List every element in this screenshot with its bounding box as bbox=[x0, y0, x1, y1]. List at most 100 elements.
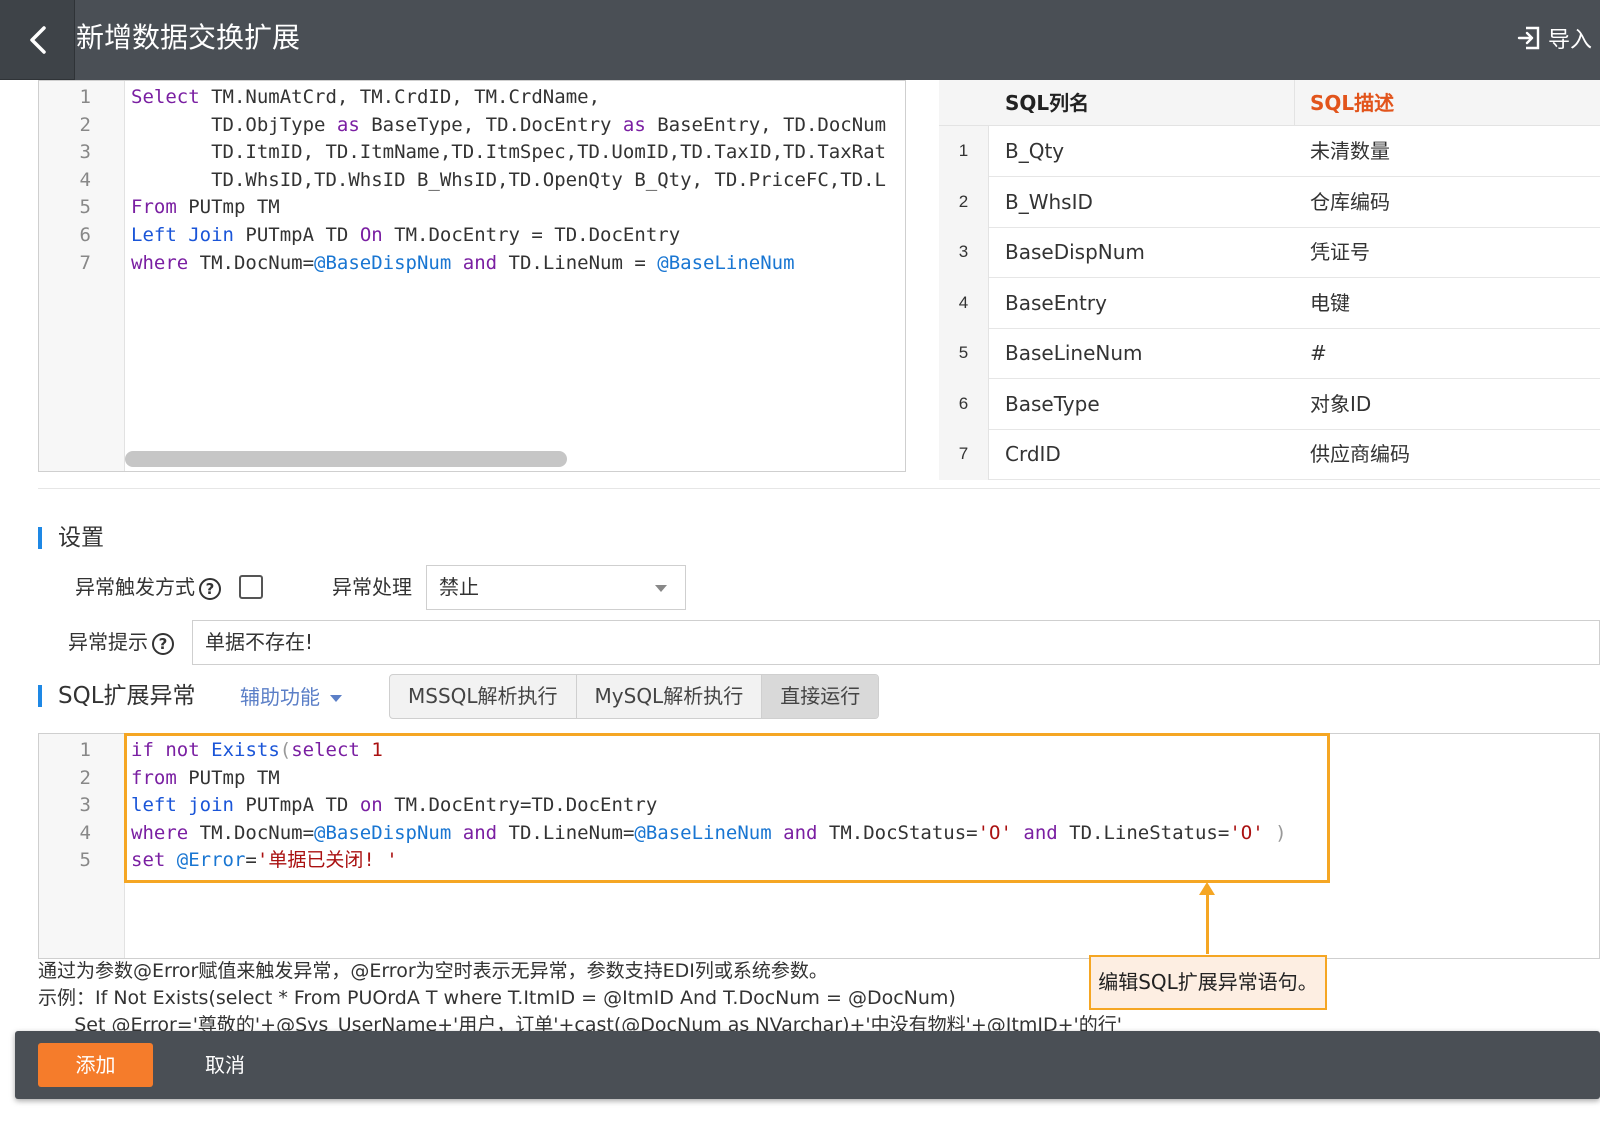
row-index: 4 bbox=[939, 277, 989, 329]
code-line[interactable]: 1 Select TM.NumAtCrd, TM.CrdID, TM.CrdNam… bbox=[39, 83, 905, 111]
line-number: 4 bbox=[79, 168, 91, 191]
header-sql-description[interactable]: SQL描述 bbox=[1310, 80, 1394, 126]
chevron-left-icon bbox=[30, 26, 46, 54]
code-token: TM.DocNum= bbox=[188, 251, 315, 274]
help-icon[interactable]: ? bbox=[199, 577, 221, 600]
line-number: 7 bbox=[79, 251, 91, 274]
header-sql-column-name[interactable]: SQL列名 bbox=[1005, 80, 1089, 126]
mysql-parse-button[interactable]: MySQL解析执行 bbox=[577, 675, 763, 718]
code-line[interactable]: 7 where TM.DocNum=@BaseDispNum and TD.Lin… bbox=[39, 249, 905, 277]
exception-trigger-checkbox[interactable] bbox=[239, 575, 263, 599]
annotation-arrow-line bbox=[1206, 892, 1209, 954]
hint-line-1: 通过为参数@Error赋值来触发异常，@Error为空时表示无异常，参数支持ED… bbox=[38, 960, 828, 982]
code-line[interactable]: 6 Left Join PUTmpA TD On TM.DocEntry = TD… bbox=[39, 221, 905, 249]
table-row[interactable]: 4 BaseEntry 电键 bbox=[939, 277, 1600, 329]
import-button[interactable]: 导入 bbox=[1516, 22, 1592, 54]
sql-query-editor[interactable]: 1 Select TM.NumAtCrd, TM.CrdID, TM.CrdNam… bbox=[38, 80, 906, 472]
table-row[interactable]: 1 B_Qty 未清数量 bbox=[939, 126, 1600, 177]
code-token: where bbox=[131, 251, 189, 274]
exception-prompt-label: 异常提示? bbox=[68, 628, 174, 656]
header-separator bbox=[1294, 80, 1295, 126]
line-number: 1 bbox=[79, 739, 91, 761]
add-button[interactable]: 添加 bbox=[38, 1043, 153, 1087]
code-text: TD.ItmID, TD.ItmName,TD.ItmSpec,TD.UomID… bbox=[131, 138, 886, 166]
exception-prompt-input[interactable]: 单据不存在! bbox=[192, 620, 1600, 665]
column-name-cell: B_WhsID bbox=[1005, 189, 1093, 214]
line-number: 2 bbox=[79, 113, 91, 136]
row-index: 1 bbox=[939, 126, 989, 177]
exception-handling-value: 禁止 bbox=[439, 575, 479, 599]
cancel-button[interactable]: 取消 bbox=[205, 1043, 245, 1087]
page-title: 新增数据交换扩展 bbox=[76, 21, 301, 54]
line-number: 3 bbox=[79, 794, 91, 817]
row-index: 3 bbox=[939, 227, 989, 278]
row-index: 7 bbox=[939, 429, 989, 480]
execution-mode-group: MSSQL解析执行 MySQL解析执行 直接运行 bbox=[389, 674, 880, 719]
line-number: 4 bbox=[79, 821, 91, 844]
code-token: @BaseDispNum bbox=[314, 251, 452, 274]
column-name-cell: BaseType bbox=[1005, 391, 1100, 416]
column-name-cell: BaseLineNum bbox=[1005, 341, 1143, 365]
import-label: 导入 bbox=[1547, 28, 1592, 53]
code-token: Select bbox=[131, 86, 200, 108]
help-icon[interactable]: ? bbox=[152, 632, 174, 655]
direct-run-button[interactable]: 直接运行 bbox=[762, 675, 879, 718]
exception-handling-select[interactable]: 禁止 bbox=[426, 565, 686, 610]
code-text: where TM.DocNum=@BaseDispNum and TD.Line… bbox=[131, 249, 795, 277]
app-header: 新增数据交换扩展 导入 bbox=[0, 0, 1600, 80]
import-icon bbox=[1517, 26, 1540, 50]
line-number: 5 bbox=[79, 196, 91, 219]
horizontal-scrollbar[interactable] bbox=[125, 451, 567, 467]
code-token: From bbox=[131, 196, 177, 219]
exception-trigger-label: 异常触发方式? bbox=[75, 573, 221, 601]
code-token: BaseEntry, TD.DocNum bbox=[645, 113, 887, 136]
code-text: Left Join PUTmpA TD On TM.DocEntry = TD.… bbox=[131, 221, 680, 249]
table-row[interactable]: 5 BaseLineNum # bbox=[939, 328, 1600, 379]
back-button[interactable] bbox=[0, 0, 75, 80]
row-index: 2 bbox=[939, 176, 989, 228]
code-token: PUTmpA TD bbox=[233, 224, 360, 246]
code-text: Select TM.NumAtCrd, TM.CrdID, TM.CrdName… bbox=[131, 83, 600, 111]
code-token: as bbox=[336, 113, 360, 136]
code-token: @BaseLineNum bbox=[657, 251, 795, 274]
annotation-callout: 编辑SQL扩展异常语句。 bbox=[1089, 955, 1327, 1010]
code-token: TD.ObjType bbox=[131, 113, 337, 136]
column-name-cell: BaseEntry bbox=[1005, 290, 1107, 315]
code-token: and bbox=[462, 251, 498, 274]
exception-handling-label: 异常处理 bbox=[332, 575, 412, 599]
column-desc-cell: 仓库编码 bbox=[1310, 189, 1390, 214]
column-desc-cell: 未清数量 bbox=[1310, 139, 1390, 163]
code-token: TM.DocEntry = TD.DocEntry bbox=[382, 224, 681, 246]
code-token: TD.ItmID, TD.ItmName,TD.ItmSpec,TD.UomID… bbox=[131, 141, 886, 164]
table-row[interactable]: 6 BaseType 对象ID bbox=[939, 378, 1600, 430]
table-row[interactable]: 7 CrdID 供应商编码 bbox=[939, 429, 1600, 480]
code-token: TD.LineNum = bbox=[497, 251, 658, 274]
aux-functions-dropdown[interactable]: 辅助功能 bbox=[240, 683, 342, 711]
hint-line-2: 示例：If Not Exists(select * From PUOrdA T … bbox=[38, 987, 956, 1009]
code-line[interactable]: 4 TD.WhsID,TD.WhsID B_WhsID,TD.OpenQty B… bbox=[39, 166, 905, 194]
column-name-cell: CrdID bbox=[1005, 442, 1061, 466]
code-line[interactable]: 3 TD.ItmID, TD.ItmName,TD.ItmSpec,TD.Uom… bbox=[39, 138, 905, 166]
column-desc-cell: 供应商编码 bbox=[1310, 442, 1410, 466]
table-row[interactable]: 2 B_WhsID 仓库编码 bbox=[939, 176, 1600, 228]
line-number: 6 bbox=[79, 224, 91, 246]
caret-down-icon bbox=[330, 695, 342, 702]
mssql-parse-button[interactable]: MSSQL解析执行 bbox=[390, 675, 577, 718]
column-desc-cell: 电键 bbox=[1310, 290, 1350, 315]
code-token: TD.WhsID,TD.WhsID B_WhsID,TD.OpenQty B_Q… bbox=[131, 168, 886, 191]
table-row[interactable]: 3 BaseDispNum 凭证号 bbox=[939, 227, 1600, 278]
code-text: From PUTmp TM bbox=[131, 193, 280, 221]
code-token: Join bbox=[188, 224, 234, 246]
row-index: 6 bbox=[939, 378, 989, 430]
code-text: TD.WhsID,TD.WhsID B_WhsID,TD.OpenQty B_Q… bbox=[131, 166, 886, 194]
section-divider bbox=[38, 488, 1600, 489]
code-line[interactable]: 5 From PUTmp TM bbox=[39, 193, 905, 221]
sql-exception-section-title: SQL扩展异常 bbox=[38, 682, 196, 710]
code-line[interactable]: 2 TD.ObjType as BaseType, TD.DocEntry as… bbox=[39, 111, 905, 139]
column-desc-cell: # bbox=[1310, 341, 1327, 365]
code-token: TM.NumAtCrd, TM.CrdID, TM.CrdName, bbox=[199, 86, 601, 108]
line-number: 2 bbox=[79, 766, 91, 789]
code-token: PUTmp TM bbox=[176, 196, 280, 219]
